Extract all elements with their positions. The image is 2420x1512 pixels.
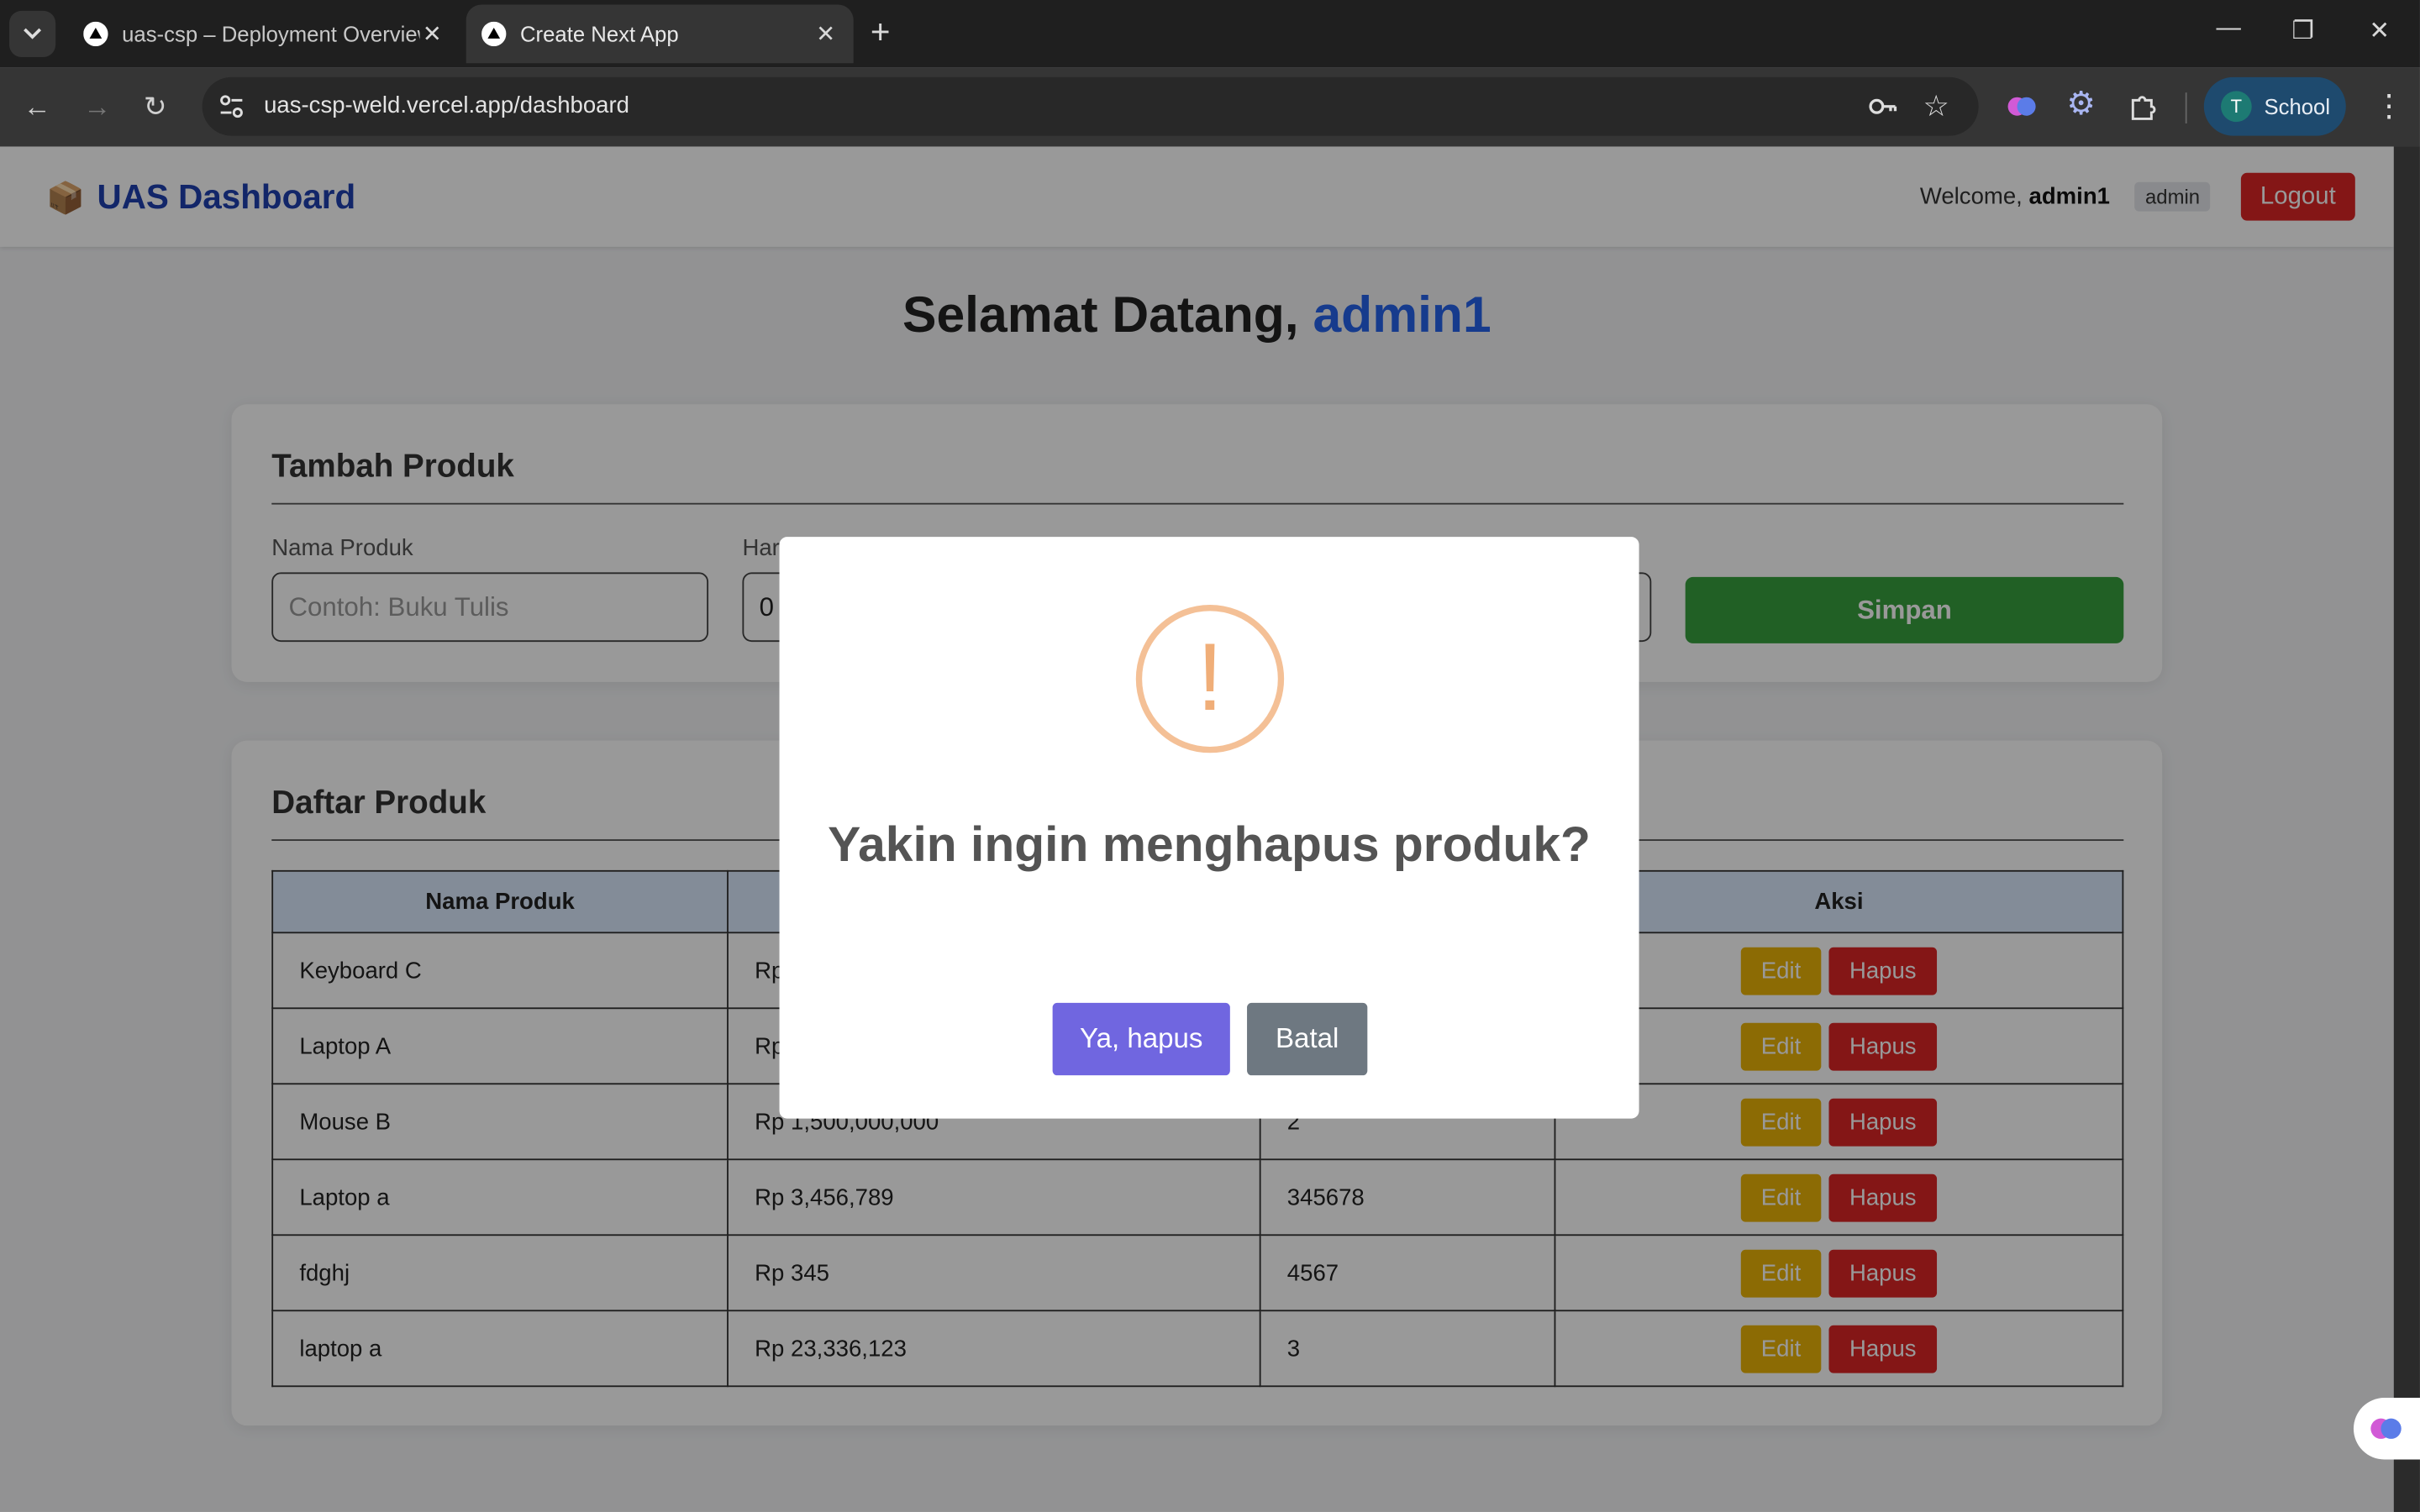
tab-strip: uas-csp – Deployment Overview ✕ Create N… — [0, 0, 2420, 68]
profile-button[interactable]: T School — [2203, 76, 2346, 136]
warning-icon: ! — [1135, 604, 1285, 753]
avatar: T — [2221, 91, 2252, 123]
tab-deployment-overview[interactable]: uas-csp – Deployment Overview ✕ — [68, 5, 460, 64]
address-bar[interactable]: uas-csp-weld.vercel.app/dashboard ☆ — [202, 76, 1979, 136]
tab-title: Create Next App — [519, 21, 679, 47]
tab-search-button[interactable] — [9, 10, 56, 57]
reload-icon[interactable]: ↻ — [144, 90, 167, 123]
minimize-icon[interactable]: — — [2217, 15, 2241, 43]
menu-dots-icon[interactable]: ⋮ — [2374, 87, 2405, 125]
confirm-delete-dialog: ! Yakin ingin menghapus produk? Ya, hapu… — [779, 537, 1639, 1119]
close-tab-icon[interactable]: ✕ — [420, 20, 445, 48]
profile-label: School — [2264, 94, 2331, 119]
browser-toolbar: ← → ↻ uas-csp-weld.vercel.app/dashboard … — [0, 67, 2420, 147]
close-tab-icon[interactable]: ✕ — [813, 20, 838, 48]
forward-icon[interactable]: → — [83, 90, 111, 123]
vercel-icon — [481, 21, 507, 47]
tab-title: uas-csp – Deployment Overview — [122, 21, 420, 47]
extensions-puzzle-icon[interactable] — [2128, 91, 2160, 122]
brain-extension-icon[interactable] — [2007, 91, 2038, 122]
restore-icon[interactable]: ❐ — [2291, 15, 2313, 46]
confirm-delete-button[interactable]: Ya, hapus — [1052, 1002, 1230, 1076]
tab-create-next-app[interactable]: Create Next App ✕ — [466, 4, 854, 64]
brain-assistant-icon[interactable] — [2353, 1398, 2420, 1460]
site-info-icon[interactable] — [218, 92, 245, 120]
key-icon[interactable] — [1867, 94, 1898, 118]
new-tab-icon[interactable]: + — [871, 14, 891, 49]
vercel-icon — [83, 21, 108, 47]
toolbar-divider — [2185, 92, 2187, 123]
dialog-title: Yakin ingin menghapus produk? — [828, 816, 1591, 872]
page-scrollbar[interactable] — [2393, 146, 2420, 1512]
close-window-icon[interactable]: ✕ — [2369, 15, 2390, 46]
chevron-down-icon — [24, 28, 42, 39]
url-text: uas-csp-weld.vercel.app/dashboard — [264, 92, 630, 119]
bookmark-star-icon[interactable]: ☆ — [1923, 90, 1949, 125]
cancel-button[interactable]: Batal — [1247, 1002, 1368, 1076]
gear-icon[interactable]: ⚙ — [2066, 85, 2096, 123]
back-icon[interactable]: ← — [24, 90, 51, 123]
